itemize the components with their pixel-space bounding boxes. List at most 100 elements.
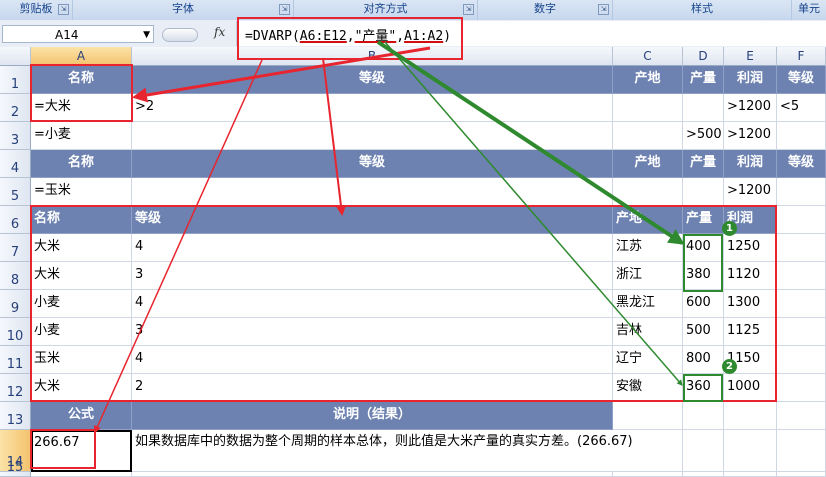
cell-b12[interactable]: 2 <box>132 374 613 402</box>
row-header-7[interactable]: 7 <box>0 234 31 262</box>
dialog-launcher-icon[interactable]: ⇲ <box>463 4 474 15</box>
cell-a13[interactable]: 公式 <box>31 402 132 430</box>
cell-b10[interactable]: 3 <box>132 318 613 346</box>
ribbon-group-styles[interactable]: 样式 <box>613 0 792 20</box>
cell-a15[interactable] <box>31 472 132 477</box>
select-all-corner[interactable] <box>0 47 31 66</box>
cell-d15[interactable] <box>683 472 724 477</box>
cell-d2[interactable] <box>683 94 724 122</box>
column-header-b[interactable]: B <box>132 47 613 66</box>
cell-b6[interactable]: 等级 <box>132 206 613 234</box>
cell-f13[interactable] <box>777 402 826 430</box>
cell-c12[interactable]: 安徽 <box>613 374 683 402</box>
cell-f5[interactable] <box>777 178 826 206</box>
cell-b5[interactable] <box>132 178 613 206</box>
formula-cancel-enter-pill[interactable] <box>162 28 198 42</box>
cell-e14[interactable] <box>724 430 777 472</box>
cell-e4[interactable]: 利润 <box>724 150 777 178</box>
cell-c13[interactable] <box>613 402 683 430</box>
row-header-12[interactable]: 12 <box>0 374 31 402</box>
cell-f2[interactable]: <5 <box>777 94 826 122</box>
cell-b8[interactable]: 3 <box>132 262 613 290</box>
dialog-launcher-icon[interactable]: ⇲ <box>58 4 69 15</box>
row-header-13[interactable]: 13 <box>0 402 31 430</box>
cell-b13[interactable]: 说明（结果） <box>132 402 613 430</box>
column-header-c[interactable]: C <box>613 47 683 66</box>
formula-input[interactable]: =DVARP(A6:E12,"产量",A1:A2) <box>236 21 826 46</box>
ribbon-group-cells[interactable]: 单元 <box>792 0 826 20</box>
cell-a11[interactable]: 玉米 <box>31 346 132 374</box>
row-header-2[interactable]: 2 <box>0 94 31 122</box>
cell-c5[interactable] <box>613 178 683 206</box>
cell-b2[interactable]: >2 <box>132 94 613 122</box>
cell-d8[interactable]: 380 <box>683 262 724 290</box>
ribbon-group-clipboard[interactable]: 剪贴板 ⇲ <box>0 0 73 20</box>
row-header-15[interactable]: 15 <box>0 460 31 477</box>
cell-d10[interactable]: 500 <box>683 318 724 346</box>
cell-c1[interactable]: 产地 <box>613 66 683 94</box>
cell-e7[interactable]: 1250 <box>724 234 777 262</box>
cell-a12[interactable]: 大米 <box>31 374 132 402</box>
row-header-5[interactable]: 5 <box>0 178 31 206</box>
row-header-11[interactable]: 11 <box>0 346 31 374</box>
cell-e1[interactable]: 利润 <box>724 66 777 94</box>
cell-f6[interactable] <box>777 206 826 234</box>
cell-f11[interactable] <box>777 346 826 374</box>
cell-a2[interactable]: =大米 <box>31 94 132 122</box>
cell-f14[interactable] <box>777 430 826 472</box>
cell-d1[interactable]: 产量 <box>683 66 724 94</box>
cell-c9[interactable]: 黑龙江 <box>613 290 683 318</box>
cell-f15[interactable] <box>777 472 826 477</box>
cell-d9[interactable]: 600 <box>683 290 724 318</box>
row-header-3[interactable]: 3 <box>0 122 31 150</box>
cell-c11[interactable]: 辽宁 <box>613 346 683 374</box>
cell-a14[interactable]: 266.67 <box>31 430 132 472</box>
row-header-10[interactable]: 10 <box>0 318 31 346</box>
cell-d13[interactable] <box>683 402 724 430</box>
row-header-9[interactable]: 9 <box>0 290 31 318</box>
cell-c3[interactable] <box>613 122 683 150</box>
cell-d14[interactable] <box>683 430 724 472</box>
cell-b14[interactable]: 如果数据库中的数据为整个周期的样本总体，则此值是大米产量的真实方差。(266.6… <box>132 430 683 472</box>
cell-f4[interactable]: 等级 <box>777 150 826 178</box>
ribbon-group-font[interactable]: 字体 ⇲ <box>73 0 294 20</box>
cell-d3[interactable]: >500 <box>683 122 724 150</box>
cell-a7[interactable]: 大米 <box>31 234 132 262</box>
cell-a4[interactable]: 名称 <box>31 150 132 178</box>
cell-e13[interactable] <box>724 402 777 430</box>
cell-e15[interactable] <box>724 472 777 477</box>
cell-c8[interactable]: 浙江 <box>613 262 683 290</box>
cell-c7[interactable]: 江苏 <box>613 234 683 262</box>
cell-d11[interactable]: 800 <box>683 346 724 374</box>
dialog-launcher-icon[interactable]: ⇲ <box>598 4 609 15</box>
cell-a10[interactable]: 小麦 <box>31 318 132 346</box>
column-header-d[interactable]: D <box>683 47 724 66</box>
column-header-a[interactable]: A <box>31 47 132 66</box>
cell-e3[interactable]: >1200 <box>724 122 777 150</box>
ribbon-group-alignment[interactable]: 对齐方式 ⇲ <box>294 0 478 20</box>
cell-a9[interactable]: 小麦 <box>31 290 132 318</box>
column-header-f[interactable]: F <box>777 47 826 66</box>
cell-a8[interactable]: 大米 <box>31 262 132 290</box>
cell-d6[interactable]: 产量 <box>683 206 724 234</box>
cell-c6[interactable]: 产地 <box>613 206 683 234</box>
cell-a5[interactable]: =玉米 <box>31 178 132 206</box>
cell-b1[interactable]: 等级 <box>132 66 613 94</box>
cell-d12[interactable]: 360 <box>683 374 724 402</box>
cell-c10[interactable]: 吉林 <box>613 318 683 346</box>
cell-b11[interactable]: 4 <box>132 346 613 374</box>
cell-e8[interactable]: 1120 <box>724 262 777 290</box>
cell-e12[interactable]: 1000 <box>724 374 777 402</box>
name-box[interactable]: A14 ▼ <box>2 25 154 43</box>
worksheet-grid[interactable]: A B C D E F 1 2 3 4 5 6 7 8 9 10 11 12 13 14 15 名称 等级 产地产… <box>0 47 826 477</box>
insert-function-icon[interactable]: fx <box>214 25 225 39</box>
cell-b7[interactable]: 4 <box>132 234 613 262</box>
cell-f8[interactable] <box>777 262 826 290</box>
row-header-4[interactable]: 4 <box>0 150 31 178</box>
cell-f9[interactable] <box>777 290 826 318</box>
chevron-down-icon[interactable]: ▼ <box>143 26 150 44</box>
cell-e2[interactable]: >1200 <box>724 94 777 122</box>
cell-d4[interactable]: 产量 <box>683 150 724 178</box>
ribbon-group-number[interactable]: 数字 ⇲ <box>478 0 613 20</box>
cell-b4[interactable]: 等级 <box>132 150 613 178</box>
